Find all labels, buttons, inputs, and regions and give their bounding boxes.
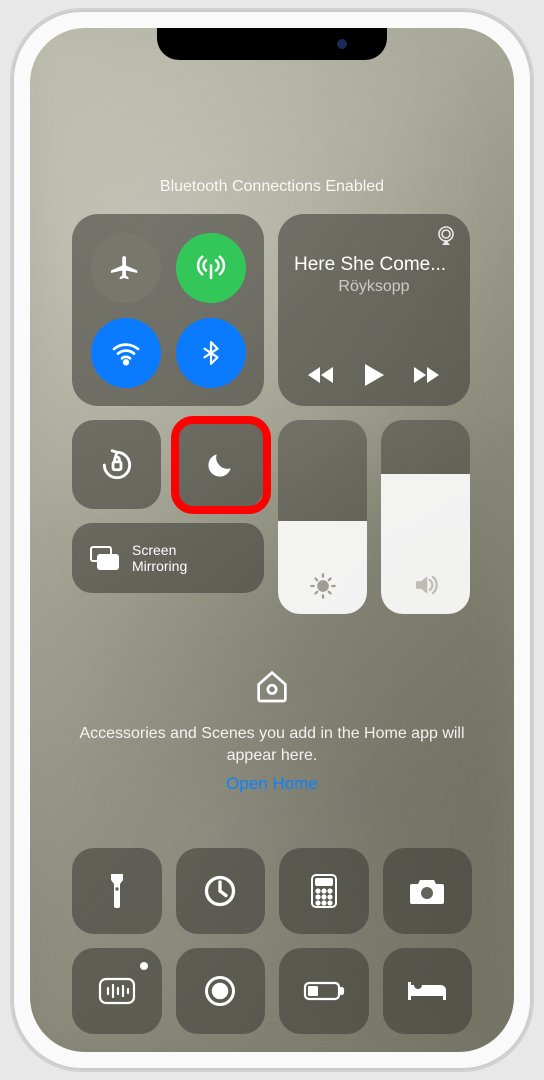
timer-button[interactable] [176,848,266,934]
record-icon [202,973,238,1009]
voice-memos-button[interactable] [72,948,162,1034]
connectivity-panel[interactable] [72,214,264,406]
screen-mirroring-button[interactable]: Screen Mirroring [72,523,264,593]
forward-icon [411,364,441,386]
bluetooth-icon [198,340,224,366]
volume-slider[interactable] [381,420,470,614]
bluetooth-toggle[interactable] [176,318,246,388]
calculator-button[interactable] [279,848,369,934]
do-not-disturb-button[interactable] [175,420,264,509]
brightness-slider[interactable] [278,420,367,614]
play-icon [362,362,386,388]
phone-frame: Bluetooth Connections Enabled [12,10,532,1070]
brightness-fill [278,521,367,614]
timer-icon [202,873,238,909]
airplane-mode-toggle[interactable] [91,233,161,303]
rotation-lock-button[interactable] [72,420,161,509]
moon-icon [204,449,236,481]
home-text: Accessories and Scenes you add in the Ho… [72,723,472,766]
battery-icon [303,980,345,1002]
airplane-icon [111,253,141,283]
track-title: Here She Come... [294,254,454,276]
media-next-button[interactable] [411,364,441,386]
rotation-lock-icon [98,446,136,484]
screen: Bluetooth Connections Enabled [30,28,514,1052]
sun-icon [309,572,337,600]
screen-record-button[interactable] [176,948,266,1034]
media-play-button[interactable] [362,362,386,388]
flashlight-button[interactable] [72,848,162,934]
screen-mirroring-icon [88,545,120,571]
bed-icon [406,978,448,1004]
antenna-icon [196,253,226,283]
notch [157,28,387,60]
flashlight-icon [105,872,129,910]
sleep-button[interactable] [383,948,473,1034]
open-home-link[interactable]: Open Home [226,774,318,794]
speaker-icon [411,570,441,600]
camera-icon [408,876,446,906]
calculator-icon [310,873,338,909]
low-power-mode-button[interactable] [279,948,369,1034]
wifi-toggle[interactable] [91,318,161,388]
waveform-icon [97,976,137,1006]
screen-mirroring-label: Screen Mirroring [132,542,187,574]
track-artist: Röyksopp [294,278,454,296]
camera-dot [337,39,347,49]
home-icon [252,666,292,706]
status-banner: Bluetooth Connections Enabled [72,178,472,196]
badge-dot [140,962,148,970]
rewind-icon [307,364,337,386]
camera-button[interactable] [383,848,473,934]
media-panel[interactable]: Here She Come... Röyksopp [278,214,470,406]
wifi-icon [110,337,142,369]
cellular-data-toggle[interactable] [176,233,246,303]
media-prev-button[interactable] [307,364,337,386]
airplay-icon[interactable] [434,224,458,248]
